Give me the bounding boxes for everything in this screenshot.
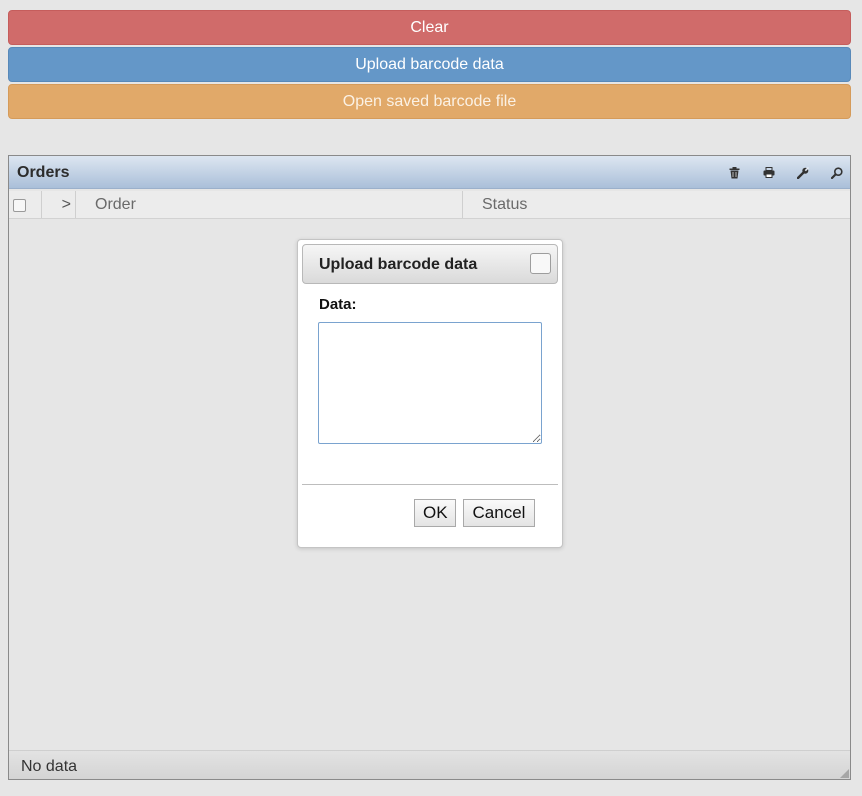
dialog-titlebar[interactable]: Upload barcode data xyxy=(302,244,558,284)
wrench-icon[interactable] xyxy=(795,165,810,180)
data-textarea[interactable] xyxy=(318,322,542,444)
cancel-button[interactable]: Cancel xyxy=(463,499,535,527)
ok-button[interactable]: OK xyxy=(414,499,456,527)
resize-grip[interactable] xyxy=(840,769,849,778)
expand-column-header[interactable]: > xyxy=(42,191,76,218)
select-all-checkbox[interactable] xyxy=(13,199,26,212)
upload-barcode-data-button[interactable]: Upload barcode data xyxy=(8,47,851,82)
clear-button[interactable]: Clear xyxy=(8,10,851,45)
grid-caption: Orders xyxy=(9,156,850,189)
trash-icon[interactable] xyxy=(727,165,742,180)
dialog-divider xyxy=(302,484,558,485)
open-saved-barcode-file-button[interactable]: Open saved barcode file xyxy=(8,84,851,119)
grid-footer: No data xyxy=(9,750,850,779)
dialog-close-button[interactable] xyxy=(530,253,551,274)
grid-toolbar xyxy=(727,165,844,180)
select-all-column xyxy=(9,191,42,218)
grid-column-header: > Order Status xyxy=(9,191,850,219)
dialog-title: Upload barcode data xyxy=(319,256,478,273)
record-status: No data xyxy=(21,758,78,775)
status-column-header[interactable]: Status xyxy=(463,191,850,218)
print-icon[interactable] xyxy=(761,165,776,180)
data-label: Data: xyxy=(319,296,357,313)
upload-barcode-dialog: Upload barcode data Data: OK Cancel xyxy=(297,239,563,548)
grid-title: Orders xyxy=(17,164,70,181)
order-column-header[interactable]: Order xyxy=(76,191,463,218)
search-icon[interactable] xyxy=(829,165,844,180)
